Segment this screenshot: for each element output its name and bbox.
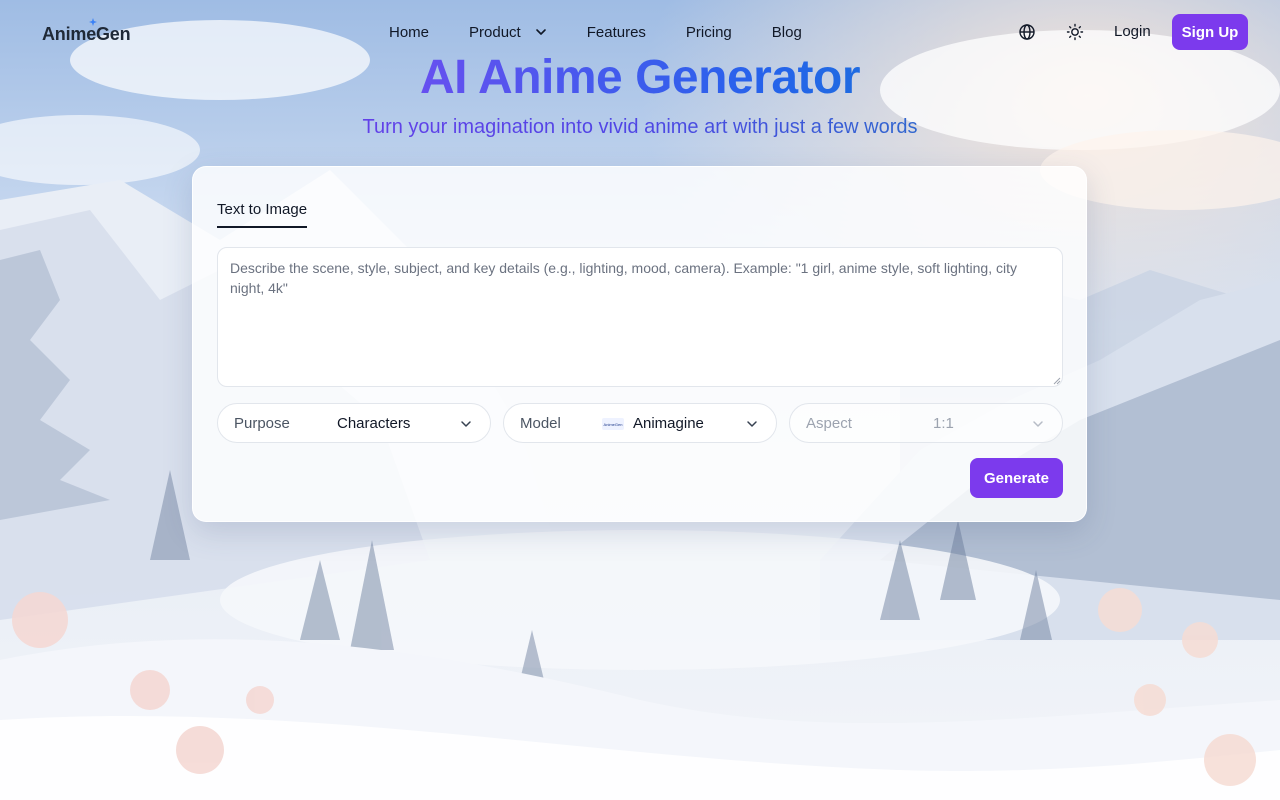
aspect-label: Aspect (806, 415, 852, 432)
page-subtitle: Turn your imagination into vivid anime a… (0, 116, 1280, 139)
model-logo: AnimeGen (602, 418, 624, 430)
generator-card: Text to Image Purpose Characters Model A… (192, 166, 1087, 522)
nav-pricing[interactable]: Pricing (686, 24, 732, 41)
tab-active-indicator (217, 226, 307, 228)
login-link[interactable]: Login (1114, 23, 1151, 40)
purpose-label: Purpose (234, 415, 290, 432)
model-value: Animagine (633, 415, 704, 432)
chevron-down-icon (1033, 421, 1043, 427)
prompt-input[interactable] (217, 247, 1063, 387)
chevron-down-icon (461, 421, 471, 427)
tab-text-to-image[interactable]: Text to Image (217, 201, 307, 218)
model-select[interactable]: Model AnimeGen Animagine (503, 403, 777, 443)
nav-blog[interactable]: Blog (772, 24, 802, 41)
sparkle-icon (89, 18, 97, 26)
main-nav: Home Product Features Pricing Blog (389, 22, 802, 42)
resize-handle-icon[interactable] (1053, 377, 1061, 385)
globe-icon[interactable] (1018, 23, 1036, 41)
purpose-value: Characters (337, 415, 411, 432)
chevron-down-icon (535, 29, 546, 35)
purpose-select[interactable]: Purpose Characters (217, 403, 491, 443)
generate-button[interactable]: Generate (970, 458, 1063, 498)
model-label: Model (520, 415, 561, 432)
aspect-select: Aspect 1:1 (789, 403, 1063, 443)
nav-features[interactable]: Features (587, 24, 646, 41)
logo[interactable]: AnimeGen (42, 24, 131, 45)
nav-home[interactable]: Home (389, 24, 429, 41)
chevron-down-icon (747, 421, 757, 427)
signup-button[interactable]: Sign Up (1172, 14, 1248, 50)
nav-product-label: Product (469, 23, 521, 41)
page-title: AI Anime Generator (0, 50, 1280, 105)
aspect-value: 1:1 (933, 415, 954, 432)
nav-product[interactable]: Product (469, 24, 547, 41)
sun-icon[interactable] (1066, 23, 1084, 41)
